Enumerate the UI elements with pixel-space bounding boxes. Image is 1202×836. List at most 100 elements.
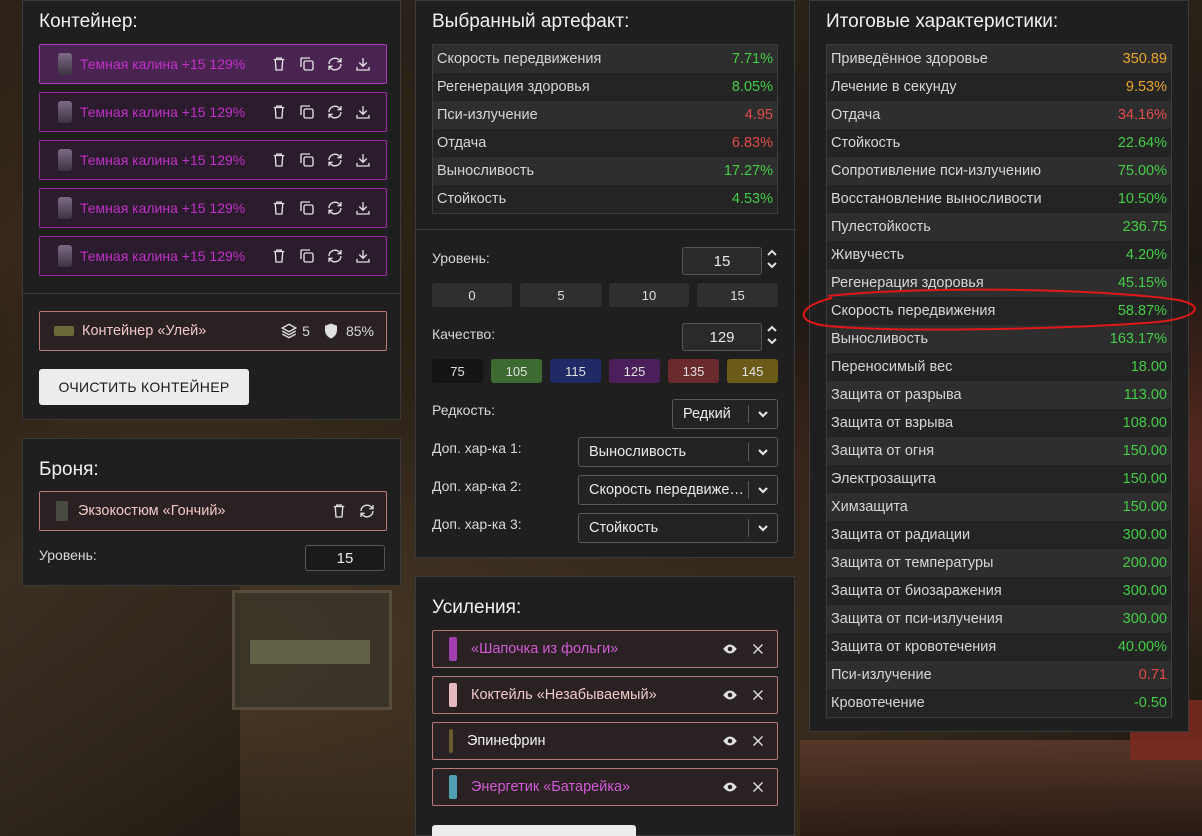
level-preset-5[interactable]: 5 [520, 283, 602, 307]
download-icon[interactable] [354, 151, 372, 169]
chevron-down-icon [749, 522, 777, 534]
copy-icon[interactable] [298, 199, 316, 217]
totals-stat-row: Восстановление выносливости 10.50% [827, 185, 1171, 213]
container-slot-4[interactable]: Темная калина +15 129% [39, 188, 387, 228]
eye-icon[interactable] [721, 686, 739, 704]
container-slots-count: 5 [302, 323, 310, 339]
container-panel: Контейнер: Темная калина +15 129% Темная… [22, 0, 402, 420]
download-icon[interactable] [354, 199, 372, 217]
quality-preset-105[interactable]: 105 [491, 359, 542, 383]
stat-name: Защита от разрыва [831, 387, 962, 403]
refresh-icon[interactable] [326, 199, 344, 217]
copy-icon[interactable] [298, 55, 316, 73]
energy-drink-icon [449, 775, 457, 799]
close-icon[interactable] [749, 686, 767, 704]
armor-item[interactable]: Экзокостюм «Гончий» [39, 491, 387, 531]
stat-value: -0.50 [1133, 695, 1167, 711]
rarity-label: Редкость: [432, 402, 496, 418]
artifact-thumbnail [58, 101, 72, 123]
totals-stat-row: Защита от радиации 300.00 [827, 521, 1171, 549]
totals-stat-row: Выносливость 163.17% [827, 325, 1171, 353]
boost-name: «Шапочка из фольги» [471, 641, 619, 657]
quality-preset-115[interactable]: 115 [550, 359, 601, 383]
quality-preset-145[interactable]: 145 [727, 359, 778, 383]
extra2-label: Доп. хар-ка 2: [432, 478, 522, 494]
stat-name: Защита от радиации [831, 527, 971, 543]
trash-icon[interactable] [270, 199, 288, 217]
eye-icon[interactable] [721, 778, 739, 796]
stat-value: 300.00 [1122, 611, 1167, 627]
extra3-select[interactable]: Стойкость [578, 513, 778, 543]
download-icon[interactable] [354, 247, 372, 265]
trash-icon[interactable] [270, 151, 288, 169]
stat-value: 0.71 [1138, 667, 1167, 683]
artifact-stat-row: Выносливость 17.27% [433, 157, 777, 185]
stat-name: Пулестойкость [831, 219, 931, 235]
refresh-icon[interactable] [358, 502, 376, 520]
quality-preset-135[interactable]: 135 [668, 359, 719, 383]
boost-item-3[interactable]: Эпинефрин [432, 722, 778, 760]
shield-icon [322, 322, 340, 340]
boosts-title: Усиления: [432, 597, 522, 618]
trash-icon[interactable] [330, 502, 348, 520]
totals-stat-row: Приведённое здоровье 350.89 [827, 45, 1171, 73]
eye-icon[interactable] [721, 640, 739, 658]
copy-icon[interactable] [298, 247, 316, 265]
extra2-value: Скорость передвижения [589, 482, 748, 498]
quality-spinner[interactable] [766, 325, 778, 345]
copy-icon[interactable] [298, 151, 316, 169]
copy-icon[interactable] [298, 103, 316, 121]
boost-item-2[interactable]: Коктейль «Незабываемый» [432, 676, 778, 714]
trash-icon[interactable] [270, 247, 288, 265]
level-label: Уровень: [432, 250, 490, 266]
container-slot-5[interactable]: Темная калина +15 129% [39, 236, 387, 276]
close-icon[interactable] [749, 640, 767, 658]
container-title: Контейнер: [39, 11, 138, 32]
add-boost-button[interactable] [432, 825, 636, 836]
level-preset-15[interactable]: 15 [697, 283, 778, 307]
armor-panel: Броня: Экзокостюм «Гончий» Уровень: 15 [22, 438, 401, 586]
level-preset-0[interactable]: 0 [432, 283, 512, 307]
container-slot-3[interactable]: Темная калина +15 129% [39, 140, 387, 180]
stat-name: Скорость передвижения [831, 303, 996, 319]
download-icon[interactable] [354, 55, 372, 73]
stat-name: Переносимый вес [831, 359, 953, 375]
refresh-icon[interactable] [326, 55, 344, 73]
totals-stat-row: Переносимый вес 18.00 [827, 353, 1171, 381]
armor-level-label: Уровень: [39, 547, 97, 563]
trash-icon[interactable] [270, 103, 288, 121]
rarity-select[interactable]: Редкий [672, 399, 778, 429]
chevron-down-icon [767, 338, 777, 345]
clear-container-button[interactable]: ОЧИСТИТЬ КОНТЕЙНЕР [39, 369, 249, 405]
totals-stat-row: Регенерация здоровья 45.15% [827, 269, 1171, 297]
container-box[interactable]: Контейнер «Улей» 5 85% [39, 311, 387, 351]
extra1-select[interactable]: Выносливость [578, 437, 778, 467]
boost-item-1[interactable]: «Шапочка из фольги» [432, 630, 778, 668]
quality-input[interactable]: 129 [682, 323, 762, 351]
extra2-select[interactable]: Скорость передвижения [578, 475, 778, 505]
download-icon[interactable] [354, 103, 372, 121]
level-input[interactable]: 15 [682, 247, 762, 275]
level-preset-10[interactable]: 10 [609, 283, 689, 307]
refresh-icon[interactable] [326, 103, 344, 121]
close-icon[interactable] [749, 778, 767, 796]
refresh-icon[interactable] [326, 247, 344, 265]
stat-name: Электрозащита [831, 471, 936, 487]
layers-icon [280, 322, 298, 340]
container-slot-1[interactable]: Темная калина +15 129% [39, 44, 387, 84]
quality-preset-125[interactable]: 125 [609, 359, 660, 383]
armor-level-input[interactable]: 15 [305, 545, 385, 571]
refresh-icon[interactable] [326, 151, 344, 169]
level-spinner[interactable] [766, 249, 778, 269]
boost-item-4[interactable]: Энергетик «Батарейка» [432, 768, 778, 806]
close-icon[interactable] [749, 732, 767, 750]
eye-icon[interactable] [721, 732, 739, 750]
artifact-thumbnail [58, 245, 72, 267]
container-slot-2[interactable]: Темная калина +15 129% [39, 92, 387, 132]
stat-name: Защита от взрыва [831, 415, 954, 431]
stat-name: Приведённое здоровье [831, 51, 988, 67]
totals-stat-row: Защита от кровотечения 40.00% [827, 633, 1171, 661]
slot-name: Темная калина +15 129% [80, 248, 246, 264]
quality-preset-75[interactable]: 75 [432, 359, 483, 383]
trash-icon[interactable] [270, 55, 288, 73]
